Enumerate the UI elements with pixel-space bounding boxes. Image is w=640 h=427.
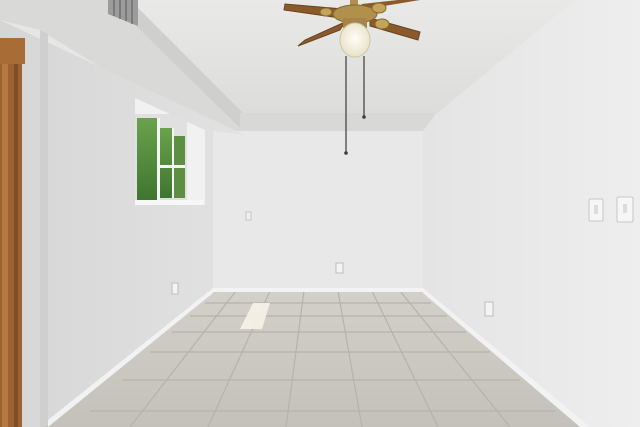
room-photo <box>0 0 640 427</box>
baseboard-back <box>213 288 423 292</box>
door-trim <box>0 38 25 427</box>
back-wall-jack <box>245 211 252 221</box>
outlet-back <box>335 262 344 274</box>
left-wall-pillar <box>40 30 48 427</box>
room-illustration <box>0 0 640 427</box>
outlet-left <box>171 282 179 295</box>
outlet-right <box>484 301 494 317</box>
tray-ceiling-ledge <box>240 113 435 131</box>
back-wall <box>213 131 423 291</box>
